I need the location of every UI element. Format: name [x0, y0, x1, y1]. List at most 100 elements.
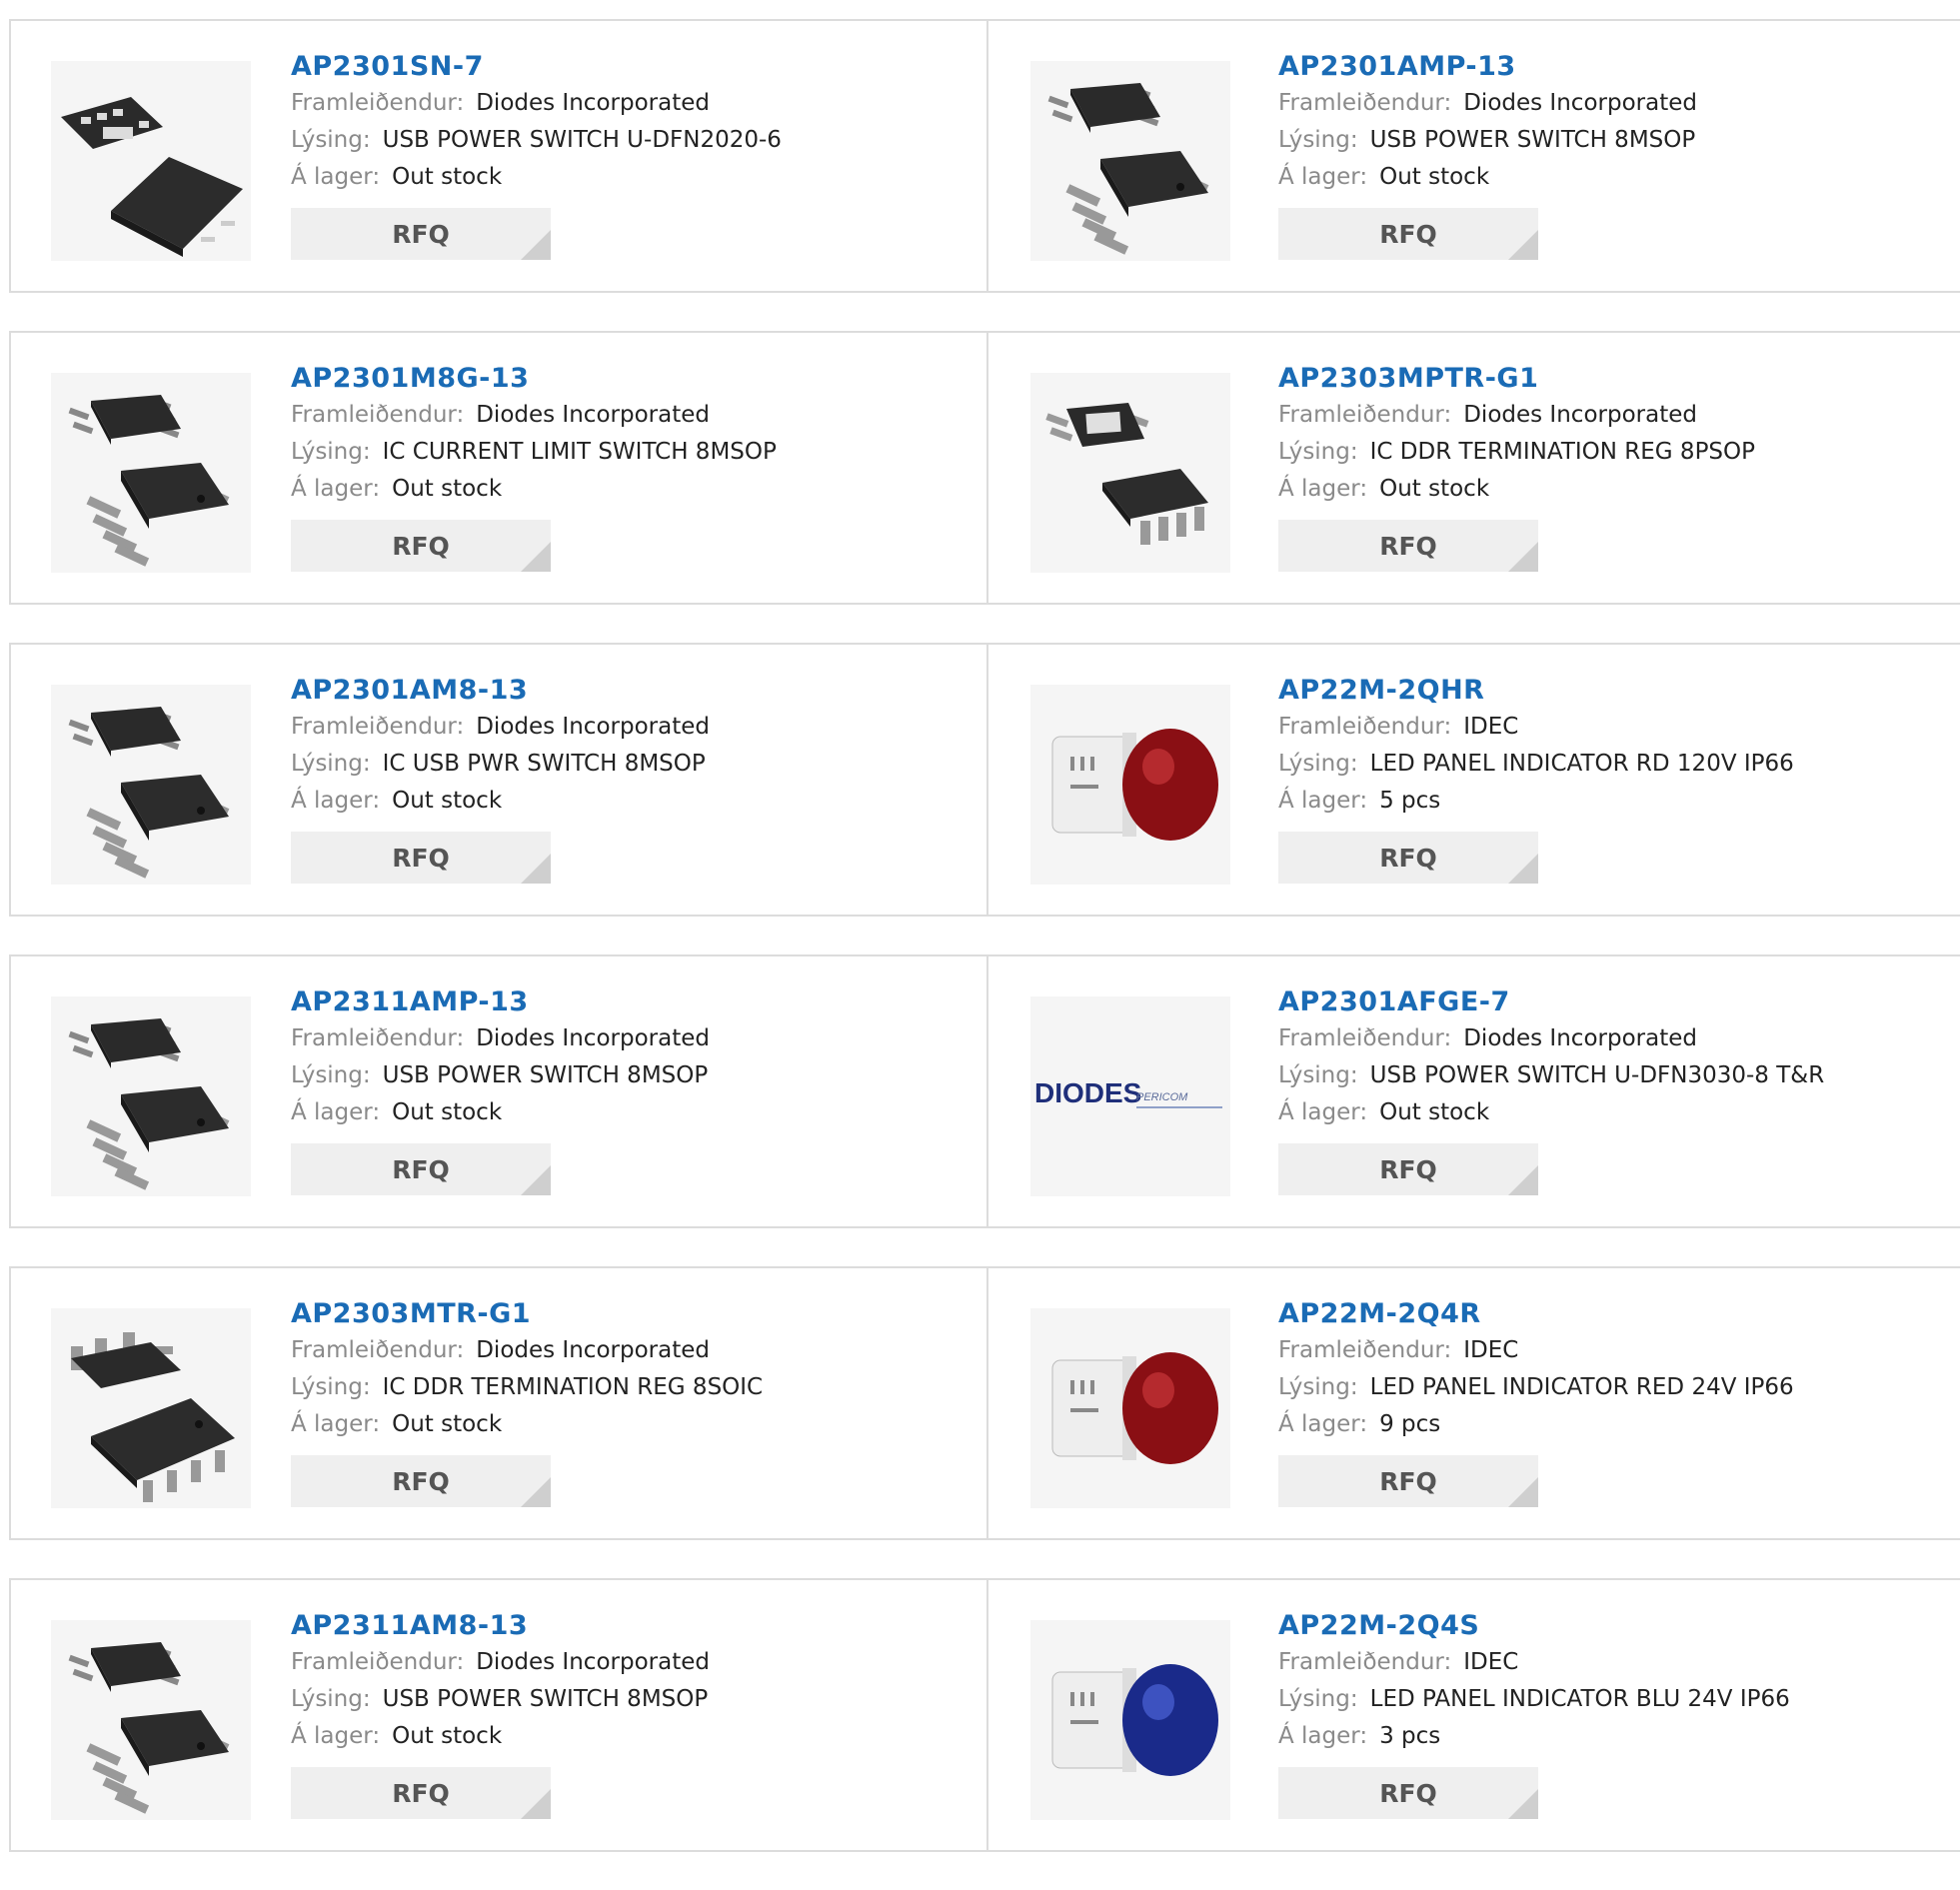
corner-decoration	[521, 1789, 551, 1819]
part-number-link[interactable]: AP22M-2Q4S	[1278, 1608, 1790, 1644]
rfq-button[interactable]: RFQ	[291, 1143, 551, 1195]
description-line: Lýsing: USB POWER SWITCH U-DFN3030-8 T&R	[1278, 1057, 1824, 1094]
rfq-button[interactable]: RFQ	[291, 1767, 551, 1819]
blue-indicator-icon	[1051, 1664, 1218, 1776]
part-number-link[interactable]: AP2311AMP-13	[291, 984, 710, 1020]
product-image[interactable]	[51, 1308, 251, 1508]
rfq-label: RFQ	[392, 1466, 450, 1496]
description-line: Lýsing: LED PANEL INDICATOR RED 24V IP66	[1278, 1369, 1794, 1406]
msop-chip-icon	[68, 1642, 230, 1814]
product-image[interactable]	[51, 61, 251, 261]
product-info: AP2301AM8-13 Framleiðendur: Diodes Incorp…	[291, 673, 710, 884]
product-image[interactable]	[1030, 1620, 1230, 1820]
rfq-button[interactable]: RFQ	[1278, 832, 1538, 884]
product-card: AP22M-2QHR Framleiðendur: IDEC Lýsing: LED…	[988, 645, 1960, 915]
description-line: Lýsing: IC CURRENT LIMIT SWITCH 8MSOP	[291, 434, 777, 471]
stock-line: Á lager: Out stock	[291, 1718, 710, 1755]
stock-label: Á lager:	[291, 1411, 381, 1437]
corner-decoration	[1508, 1165, 1538, 1195]
manufacturer-value: Diodes Incorporated	[476, 1025, 710, 1051]
product-image[interactable]: DIODES PERICOM	[1030, 996, 1230, 1196]
stock-value: Out stock	[392, 164, 503, 190]
rfq-button[interactable]: RFQ	[1278, 1143, 1538, 1195]
description-value: USB POWER SWITCH 8MSOP	[1369, 127, 1696, 153]
stock-value: 9 pcs	[1379, 1411, 1441, 1437]
rfq-button[interactable]: RFQ	[1278, 208, 1538, 260]
rfq-button[interactable]: RFQ	[291, 208, 551, 260]
product-info: AP2311AMP-13 Framleiðendur: Diodes Incorp…	[291, 984, 710, 1195]
rfq-button[interactable]: RFQ	[1278, 1455, 1538, 1507]
description-label: Lýsing:	[1278, 439, 1358, 465]
manufacturer-value: Diodes Incorporated	[476, 90, 710, 116]
product-card: AP2301AMP-13 Framleiðendur: Diodes Incorp…	[988, 21, 1960, 291]
stock-label: Á lager:	[291, 788, 381, 814]
part-number-link[interactable]: AP2301AMP-13	[1278, 49, 1697, 85]
part-number-link[interactable]: AP22M-2Q4R	[1278, 1296, 1794, 1332]
description-value: LED PANEL INDICATOR BLU 24V IP66	[1369, 1686, 1790, 1712]
product-image[interactable]	[51, 1620, 251, 1820]
product-image[interactable]	[1030, 61, 1230, 261]
product-image[interactable]	[1030, 1308, 1230, 1508]
manufacturer-line: Framleiðendur: Diodes Incorporated	[291, 397, 777, 434]
stock-line: Á lager: Out stock	[291, 471, 777, 508]
rfq-label: RFQ	[1379, 1466, 1437, 1496]
part-number-link[interactable]: AP2301AFGE-7	[1278, 984, 1824, 1020]
part-number-link[interactable]: AP22M-2QHR	[1278, 673, 1794, 709]
rfq-button[interactable]: RFQ	[291, 1455, 551, 1507]
product-info: AP22M-2Q4R Framleiðendur: IDEC Lýsing: LED…	[1278, 1296, 1794, 1507]
part-number-link[interactable]: AP2303MTR-G1	[291, 1296, 763, 1332]
part-number-link[interactable]: AP2301AM8-13	[291, 673, 710, 709]
product-image[interactable]	[51, 996, 251, 1196]
stock-label: Á lager:	[291, 1099, 381, 1125]
product-image[interactable]	[1030, 685, 1230, 885]
stock-value: Out stock	[392, 1411, 503, 1437]
product-card: AP2303MPTR-G1 Framleiðendur: Diodes Incor…	[988, 333, 1960, 603]
rfq-button[interactable]: RFQ	[291, 520, 551, 572]
description-value: LED PANEL INDICATOR RED 24V IP66	[1369, 1374, 1794, 1400]
product-image[interactable]	[1030, 373, 1230, 573]
manufacturer-value: Diodes Incorporated	[1463, 402, 1697, 428]
description-label: Lýsing:	[291, 751, 371, 777]
stock-value: 3 pcs	[1379, 1723, 1441, 1749]
soic-chip-icon	[71, 1332, 235, 1502]
stock-line: Á lager: Out stock	[291, 1406, 763, 1443]
manufacturer-label: Framleiðendur:	[1278, 90, 1452, 116]
msop-chip-icon	[68, 1018, 230, 1190]
description-value: USB POWER SWITCH 8MSOP	[382, 1686, 709, 1712]
description-label: Lýsing:	[1278, 1062, 1358, 1088]
manufacturer-label: Framleiðendur:	[1278, 1337, 1452, 1363]
manufacturer-value: IDEC	[1463, 1337, 1519, 1363]
product-card: AP2311AMP-13 Framleiðendur: Diodes Incorp…	[11, 956, 988, 1226]
product-card: AP2301SN-7 Framleiðendur: Diodes Incorpor…	[11, 21, 988, 291]
diodes-logo-text: DIODES	[1034, 1077, 1141, 1108]
rfq-button[interactable]: RFQ	[291, 832, 551, 884]
manufacturer-line: Framleiðendur: Diodes Incorporated	[291, 1644, 710, 1681]
description-value: IC USB PWR SWITCH 8MSOP	[382, 751, 706, 777]
part-number-link[interactable]: AP2301SN-7	[291, 49, 782, 85]
description-value: USB POWER SWITCH U-DFN2020-6	[382, 127, 782, 153]
description-line: Lýsing: USB POWER SWITCH 8MSOP	[291, 1681, 710, 1718]
stock-label: Á lager:	[1278, 788, 1368, 814]
product-info: AP2301AFGE-7 Framleiðendur: Diodes Incorp…	[1278, 984, 1824, 1195]
corner-decoration	[521, 542, 551, 572]
part-number-link[interactable]: AP2301M8G-13	[291, 361, 777, 397]
rfq-label: RFQ	[1379, 843, 1437, 873]
product-image[interactable]	[51, 685, 251, 885]
manufacturer-label: Framleiðendur:	[291, 714, 465, 740]
product-image[interactable]	[51, 373, 251, 573]
part-number-link[interactable]: AP2303MPTR-G1	[1278, 361, 1755, 397]
manufacturer-value: Diodes Incorporated	[476, 714, 710, 740]
description-label: Lýsing:	[291, 1686, 371, 1712]
rfq-button[interactable]: RFQ	[1278, 1767, 1538, 1819]
stock-line: Á lager: Out stock	[291, 783, 710, 820]
product-info: AP22M-2QHR Framleiðendur: IDEC Lýsing: LED…	[1278, 673, 1794, 884]
corner-decoration	[521, 230, 551, 260]
description-line: Lýsing: USB POWER SWITCH 8MSOP	[1278, 122, 1697, 159]
rfq-button[interactable]: RFQ	[1278, 520, 1538, 572]
part-number-link[interactable]: AP2311AM8-13	[291, 1608, 710, 1644]
description-label: Lýsing:	[1278, 127, 1358, 153]
product-card: AP2303MTR-G1 Framleiðendur: Diodes Incorp…	[11, 1268, 988, 1538]
pericom-logo-text: PERICOM	[1136, 1091, 1188, 1103]
corner-decoration	[1508, 854, 1538, 884]
manufacturer-line: Framleiðendur: Diodes Incorporated	[1278, 1020, 1824, 1057]
